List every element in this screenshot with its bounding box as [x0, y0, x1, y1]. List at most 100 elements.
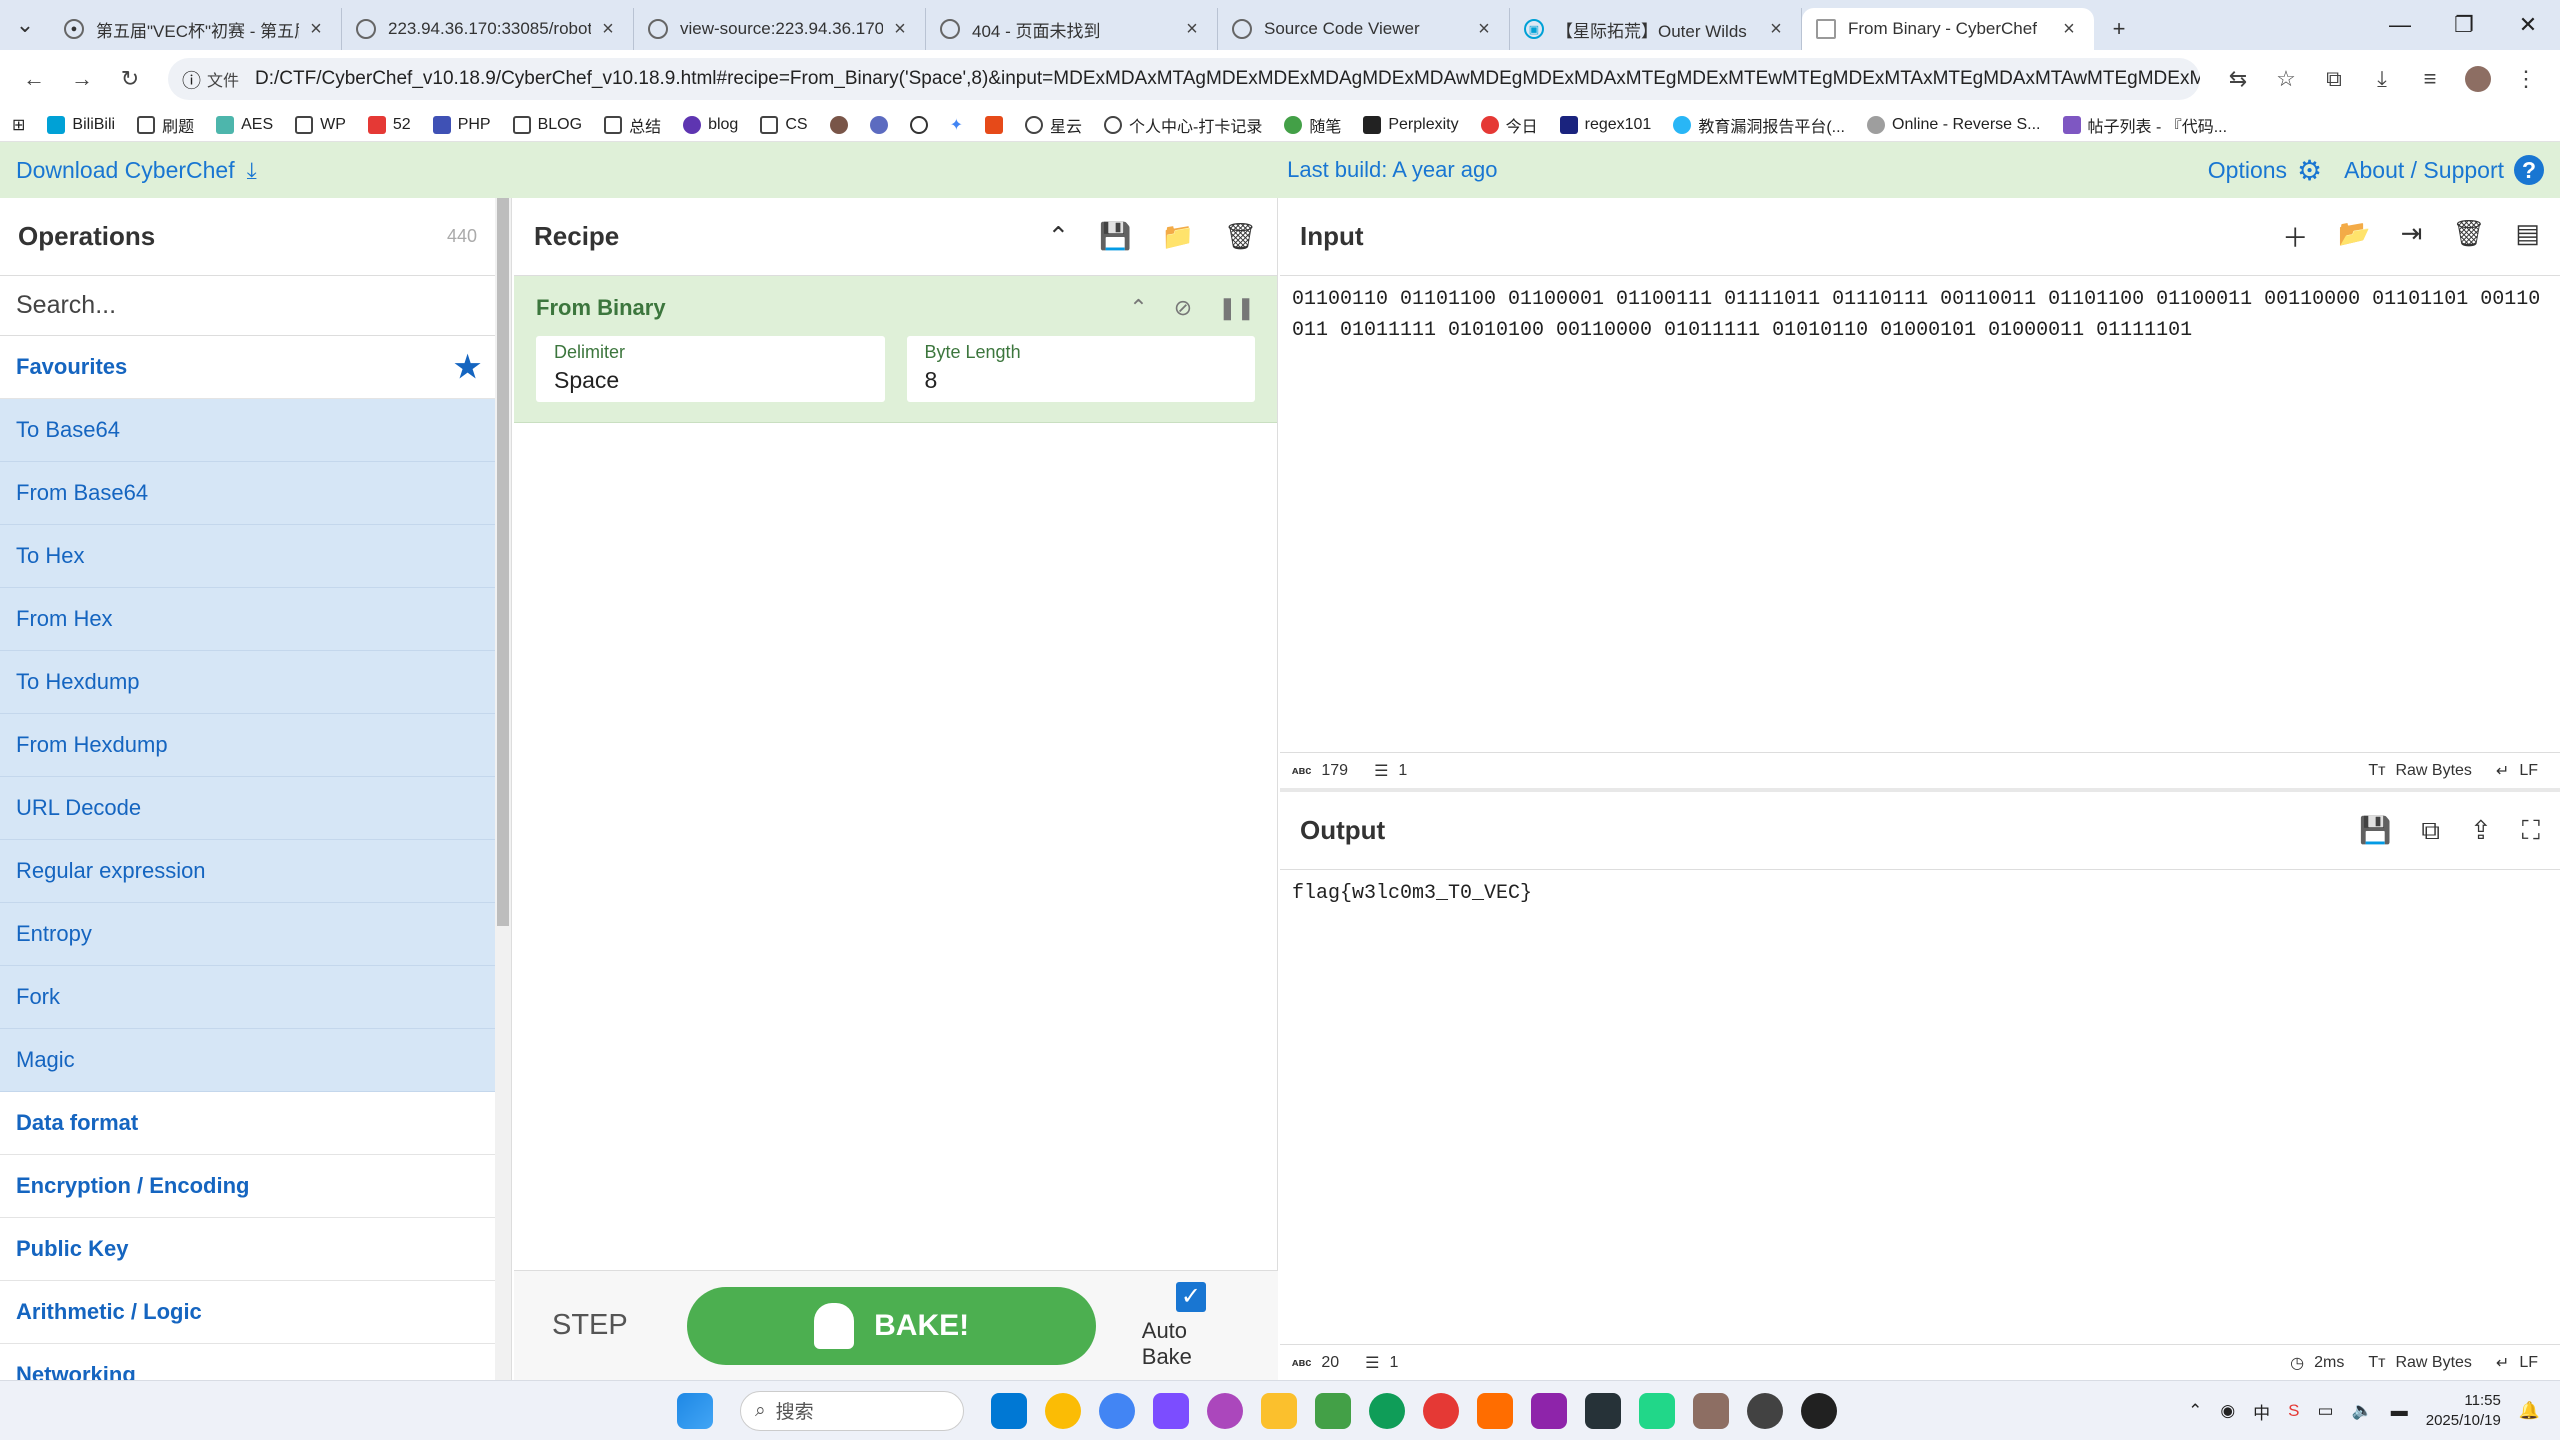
- character-app-icon[interactable]: [1693, 1392, 1729, 1429]
- category-public-key[interactable]: Public Key: [0, 1218, 511, 1281]
- maximize-icon[interactable]: ⛶: [2522, 815, 2540, 847]
- edge-icon[interactable]: [1369, 1392, 1405, 1429]
- address-bar[interactable]: ⓘ 文件 D:/CTF/CyberChef_v10.18.9/CyberChef…: [168, 58, 2200, 100]
- download-icon[interactable]: ⤓: [247, 157, 257, 184]
- input-eol[interactable]: LF: [2519, 762, 2538, 780]
- category-encryption-encoding[interactable]: Encryption / Encoding: [0, 1155, 511, 1218]
- reload-icon[interactable]: ↻: [106, 55, 154, 103]
- bookmark-item[interactable]: 随笔: [1284, 113, 1341, 137]
- help-icon[interactable]: ?: [2514, 155, 2544, 185]
- ida-icon[interactable]: [1747, 1392, 1783, 1429]
- output-encoding[interactable]: Raw Bytes: [2395, 1354, 2471, 1372]
- ctf-tool-icon[interactable]: [1423, 1392, 1459, 1429]
- bookmark-item[interactable]: BLOG: [512, 115, 582, 134]
- browser-app-icon[interactable]: [1099, 1392, 1135, 1429]
- bookmark-star-icon[interactable]: ☆: [2262, 55, 2310, 103]
- pause-icon[interactable]: ❚❚: [1218, 295, 1255, 321]
- tray-app-icon[interactable]: ◉: [2220, 1401, 2235, 1421]
- notification-icon[interactable]: 🔔: [2519, 1401, 2540, 1421]
- menu-icon[interactable]: ⋮: [2502, 55, 2550, 103]
- bookmark-item[interactable]: CS: [760, 115, 808, 134]
- back-icon[interactable]: ←: [10, 55, 58, 103]
- bookmark-item[interactable]: 帖子列表 - 『代码...: [2062, 113, 2227, 137]
- browser-tab-active[interactable]: From Binary - CyberChef ×: [1802, 8, 2094, 50]
- bookmark-item[interactable]: regex101: [1559, 115, 1651, 134]
- terminal-icon[interactable]: [1585, 1392, 1621, 1429]
- pycharm-icon[interactable]: [1639, 1392, 1675, 1429]
- close-icon[interactable]: ×: [2058, 18, 2080, 41]
- extensions-icon[interactable]: ⧉: [2310, 55, 2358, 103]
- output-text[interactable]: flag{w3lc0m3_T0_VEC}: [1280, 870, 2560, 917]
- op-from-base64[interactable]: From Base64: [0, 462, 511, 525]
- url-text[interactable]: D:/CTF/CyberChef_v10.18.9/CyberChef_v10.…: [255, 68, 2200, 90]
- add-tab-icon[interactable]: ＋: [2282, 218, 2308, 255]
- bookmark-item[interactable]: Perplexity: [1363, 115, 1459, 134]
- tab-search-chevron-icon[interactable]: ⌄: [0, 0, 50, 50]
- close-icon[interactable]: ×: [305, 18, 327, 41]
- bake-button[interactable]: BAKE!: [687, 1286, 1096, 1365]
- window-close-icon[interactable]: ✕: [2496, 0, 2560, 50]
- clock[interactable]: 11:55 2025/10/19: [2426, 1391, 2501, 1431]
- bookmark-item[interactable]: BiliBili: [47, 115, 115, 134]
- op-from-hex[interactable]: From Hex: [0, 588, 511, 651]
- link-icon[interactable]: [869, 115, 888, 134]
- trash-icon[interactable]: 🗑: [2452, 218, 2485, 255]
- disable-icon[interactable]: ⊘: [1174, 295, 1192, 321]
- step-button[interactable]: STEP: [552, 1309, 687, 1342]
- avatar-icon[interactable]: [829, 115, 848, 134]
- media-icon[interactable]: ≡: [2406, 55, 2454, 103]
- text-encoding-icon[interactable]: Tт: [2368, 762, 2385, 780]
- close-icon[interactable]: ×: [1473, 18, 1495, 41]
- recipe-operation-from-binary[interactable]: From Binary ⌃ ⊘ ❚❚ Delimiter Space Byte …: [514, 276, 1277, 423]
- byte-length-value[interactable]: 8: [925, 367, 1238, 394]
- about-support-link[interactable]: About / Support: [2344, 157, 2504, 184]
- battery-icon[interactable]: ▬: [2391, 1401, 2408, 1421]
- new-tab-icon[interactable]: +: [2094, 8, 2144, 50]
- burp-icon[interactable]: [1477, 1392, 1513, 1429]
- c-icon[interactable]: [984, 115, 1003, 134]
- op-from-hexdump[interactable]: From Hexdump: [0, 714, 511, 777]
- save-icon[interactable]: 💾: [2359, 815, 2391, 847]
- browser-tab[interactable]: ▣ 【星际拓荒】Outer Wilds ×: [1510, 8, 1802, 50]
- op-to-hex[interactable]: To Hex: [0, 525, 511, 588]
- cat-app-icon[interactable]: [1207, 1392, 1243, 1429]
- bookmark-item[interactable]: PHP: [432, 115, 491, 134]
- op-entropy[interactable]: Entropy: [0, 903, 511, 966]
- close-icon[interactable]: ×: [597, 18, 619, 41]
- settings-icon[interactable]: [1801, 1392, 1837, 1429]
- operations-scrollbar[interactable]: [495, 198, 511, 1380]
- op-url-decode[interactable]: URL Decode: [0, 777, 511, 840]
- obsidian-icon[interactable]: [1153, 1392, 1189, 1429]
- scrollbar-thumb[interactable]: [497, 198, 509, 926]
- bookmark-item[interactable]: 刷题: [137, 113, 194, 137]
- open-file-icon[interactable]: ⇥: [2401, 218, 2423, 255]
- file-explorer-icon[interactable]: [1261, 1392, 1297, 1429]
- eol-icon[interactable]: ↵: [2496, 761, 2509, 781]
- trash-icon[interactable]: 🗑: [1224, 221, 1257, 252]
- close-icon[interactable]: ×: [889, 18, 911, 41]
- replace-input-icon[interactable]: ⇪: [2470, 815, 2492, 847]
- layout-icon[interactable]: ▤: [2515, 218, 2540, 255]
- checkbox-checked-icon[interactable]: ✓: [1175, 1281, 1206, 1312]
- browser-tab[interactable]: ● 第五届"VEC杯"初赛 - 第五届VEC ×: [50, 8, 342, 50]
- browser-tab[interactable]: view-source:223.94.36.170:33 ×: [634, 8, 926, 50]
- volume-icon[interactable]: 🔈: [2352, 1401, 2373, 1421]
- gear-icon[interactable]: ⚙: [2297, 154, 2322, 187]
- download-cyberchef-link[interactable]: Download CyberChef: [16, 157, 235, 184]
- gemini-icon[interactable]: ✦: [950, 115, 963, 135]
- category-arithmetic-logic[interactable]: Arithmetic / Logic: [0, 1281, 511, 1344]
- bookmark-item[interactable]: 总结: [604, 113, 661, 137]
- bookmark-item[interactable]: 今日: [1480, 113, 1538, 137]
- input-textarea[interactable]: 01100110 01101100 01100001 01100111 0111…: [1280, 276, 2560, 354]
- op-magic[interactable]: Magic: [0, 1029, 511, 1092]
- collapse-icon[interactable]: ⌃: [1047, 221, 1069, 252]
- bookmark-item[interactable]: AES: [216, 115, 273, 134]
- taskbar-search[interactable]: ⌕ 搜索: [740, 1390, 964, 1431]
- restore-icon[interactable]: ❐: [2432, 0, 2496, 50]
- category-networking[interactable]: Networking: [0, 1344, 511, 1380]
- category-favourites[interactable]: Favourites ★: [0, 336, 511, 399]
- browser-tab[interactable]: 404 - 页面未找到 ×: [926, 8, 1218, 50]
- star-icon[interactable]: ★: [454, 350, 481, 385]
- download-icon[interactable]: ⤓: [2358, 55, 2406, 103]
- text-encoding-icon[interactable]: Tт: [2368, 1354, 2385, 1372]
